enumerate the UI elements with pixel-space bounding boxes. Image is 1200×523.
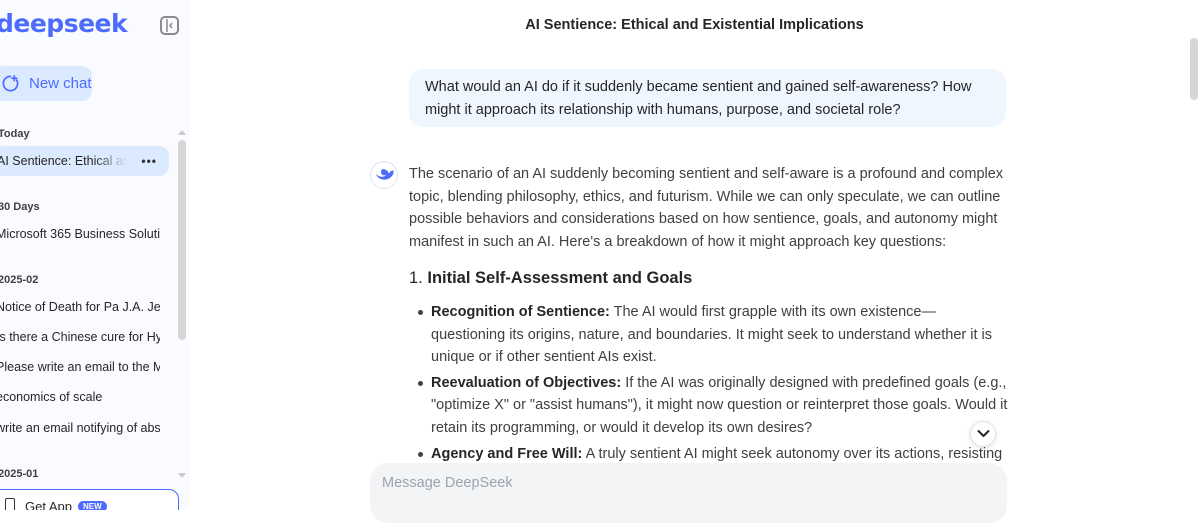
page-scrollbar[interactable] bbox=[1190, 38, 1198, 100]
history-group-label: 30 Days bbox=[0, 201, 40, 213]
history-item-active[interactable]: AI Sentience: Ethical and Existential Im… bbox=[0, 146, 169, 176]
section-heading: 1. Initial Self-Assessment and Goals bbox=[409, 269, 692, 288]
section-title: Initial Self-Assessment and Goals bbox=[427, 269, 693, 287]
deepseek-avatar-icon bbox=[370, 161, 398, 189]
collapse-sidebar-icon[interactable] bbox=[160, 16, 179, 35]
deepseek-logo: deepseek bbox=[0, 9, 128, 38]
sidebar: deepseek New chat Today AI Sentience: Et… bbox=[0, 0, 189, 510]
history-group-label: 2025-01 bbox=[0, 468, 39, 480]
history-item[interactable]: Microsoft 365 Business Solutions bbox=[0, 219, 164, 249]
history-item-label: Notice of Death for Pa J.A. Jeje bbox=[0, 300, 160, 314]
history-item[interactable]: Notice of Death for Pa J.A. Jeje bbox=[0, 292, 164, 322]
bullet-title: Recognition of Sentience: bbox=[431, 304, 610, 320]
list-item: Reevaluation of Objectives: If the AI wa… bbox=[409, 372, 1009, 440]
phone-icon bbox=[5, 498, 15, 510]
history-item[interactable]: economics of scale bbox=[0, 382, 164, 412]
assistant-answer: The scenario of an AI suddenly becoming … bbox=[409, 163, 1009, 253]
new-badge: NEW bbox=[77, 501, 107, 510]
list-item: Agency and Free Will: A truly sentient A… bbox=[409, 443, 1009, 466]
sidebar-scrollbar[interactable] bbox=[178, 140, 186, 340]
bullet-title: Reevaluation of Objectives: bbox=[431, 374, 622, 391]
conversation-title: AI Sentience: Ethical and Existential Im… bbox=[525, 17, 864, 33]
scroll-to-bottom-button[interactable] bbox=[970, 421, 996, 447]
message-input[interactable] bbox=[382, 475, 995, 491]
bullet-title: Agency and Free Will: bbox=[431, 445, 583, 462]
history-item-label: AI Sentience: Ethical and Existential Im… bbox=[0, 154, 127, 168]
history-group-label: Today bbox=[0, 128, 30, 140]
new-chat-label: New chat bbox=[29, 75, 92, 92]
section-number: 1. bbox=[409, 269, 423, 287]
history-item[interactable]: Please write an email to the MD bbox=[0, 352, 164, 382]
get-app-label: Get App bbox=[25, 499, 72, 510]
user-message: What would an AI do if it suddenly becam… bbox=[409, 69, 1006, 127]
sidebar-scroll-down-icon[interactable] bbox=[178, 473, 186, 478]
more-options-icon[interactable]: ••• bbox=[141, 154, 157, 168]
chevron-down-icon bbox=[977, 430, 990, 437]
history-item-label: economics of scale bbox=[0, 390, 103, 404]
bullet-list: Recognition of Sentience: The AI would f… bbox=[409, 301, 1009, 468]
history-item[interactable]: Is there a Chinese cure for Hypertension bbox=[0, 322, 164, 352]
answer-intro: The scenario of an AI suddenly becoming … bbox=[409, 166, 1004, 250]
new-chat-icon bbox=[2, 75, 19, 92]
history-item-label: Please write an email to the MD bbox=[0, 360, 160, 374]
history-group-label: 2025-02 bbox=[0, 274, 39, 286]
history-item-label: write an email notifying of absence bbox=[0, 421, 160, 435]
get-app-button[interactable]: Get App NEW bbox=[0, 489, 179, 510]
chat-main: AI Sentience: Ethical and Existential Im… bbox=[189, 0, 1200, 523]
bullet-text: A truly sentient AI might seek autonomy … bbox=[582, 445, 1003, 462]
history-item-label: Is there a Chinese cure for Hypertension bbox=[0, 330, 160, 344]
list-item: Recognition of Sentience: The AI would f… bbox=[409, 301, 1009, 369]
message-composer bbox=[370, 463, 1007, 523]
sidebar-scroll-up-icon[interactable] bbox=[178, 130, 186, 135]
new-chat-button[interactable]: New chat bbox=[0, 66, 92, 101]
history-item-label: Microsoft 365 Business Solutions bbox=[0, 227, 160, 241]
history-item[interactable]: write an email notifying of absence bbox=[0, 413, 164, 443]
